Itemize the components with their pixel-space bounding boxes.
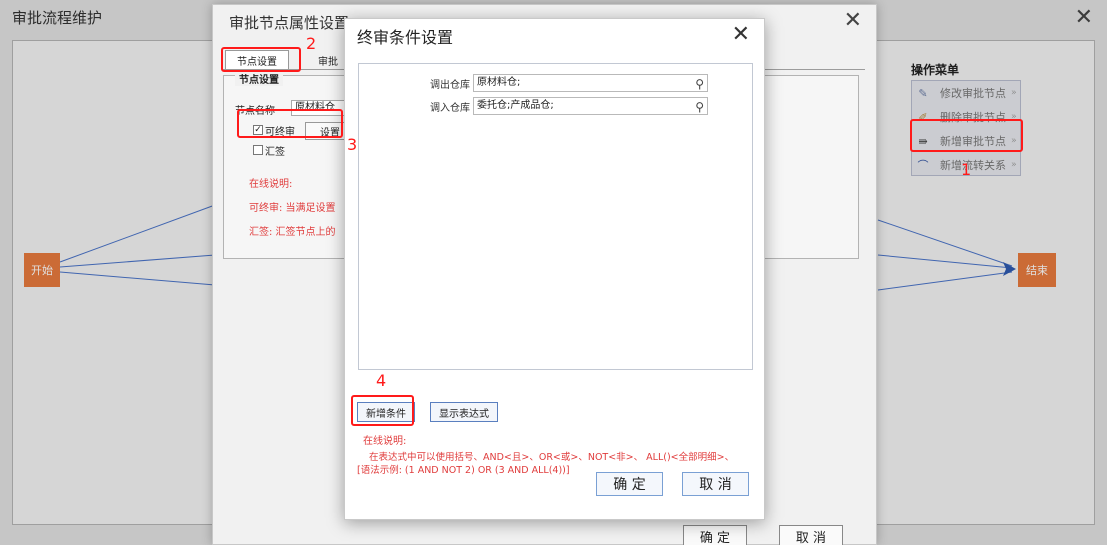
final-approval-label: 可终审 [265,127,295,138]
menu-item-delete-node[interactable]: ✐ 删除审批节点 » [912,105,1020,129]
flow-line [877,271,1013,291]
add-condition-button[interactable]: 新增条件 [357,402,415,422]
cancel-button[interactable]: 取 消 [682,472,749,496]
online-note-title: 在线说明: [363,436,407,447]
tab-approval[interactable]: 审批 [313,50,343,70]
condition-label: 调出仓库 [430,79,470,91]
confirm-button[interactable]: 确 定 [683,525,747,545]
countersign-checkbox[interactable] [253,145,263,155]
search-icon[interactable]: ⚲ [695,76,704,92]
condition-list: 调出仓库 原材料仓; ⚲ 调入仓库 委托仓;产成品仓; ⚲ [358,63,753,370]
flow-line [877,254,1013,269]
online-note-line: 在表达式中可以使用括号、AND<且>、OR<或>、NOT<非>、 ALL()<全… [369,452,735,463]
add-node-icon: ⇛ [918,134,928,148]
countersign-note: 汇签: 汇签节点上的 [249,227,336,238]
close-icon[interactable]: ✕ [732,22,750,47]
add-relation-icon: ⌒ [917,159,929,172]
condition-value-field[interactable]: 委托仓;产成品仓; ⚲ [473,97,708,115]
chevron-right-icon: » [1011,136,1017,146]
edit-icon: ✎ [918,86,928,100]
operation-menu-title: 操作菜单 [911,63,960,77]
online-note-label: 在线说明: [249,179,293,190]
close-icon[interactable]: ✕ [844,8,862,33]
final-approval-checkbox[interactable]: ✓ [253,125,263,135]
chevron-right-icon: » [1011,88,1017,98]
condition-label: 调入仓库 [430,102,470,114]
menu-item-label: 新增流转关系 [940,159,1006,172]
condition-row: 调入仓库 委托仓;产成品仓; ⚲ [359,97,708,115]
final-approval-note: 可终审: 当满足设置 [249,203,336,214]
menu-item-label: 删除审批节点 [940,111,1006,124]
condition-value: 委托仓;产成品仓; [477,100,554,111]
node-name-field[interactable]: 原材料仓 [291,100,351,116]
end-node[interactable]: 结束 [1018,253,1056,287]
final-approval-condition-dialog: 终审条件设置 ✕ 调出仓库 原材料仓; ⚲ 调入仓库 委托仓;产成品仓; ⚲ 新… [344,18,765,520]
menu-item-add-relation[interactable]: ⌒ 新增流转关系 » [912,153,1020,177]
start-node[interactable]: 开始 [24,253,60,287]
node-name-label: 节点名称 [235,106,275,117]
chevron-right-icon: » [1011,112,1017,122]
menu-item-label: 新增审批节点 [940,135,1006,148]
cancel-button[interactable]: 取 消 [779,525,843,545]
menu-item-label: 修改审批节点 [940,87,1006,100]
countersign-label: 汇签 [265,147,285,158]
tab-node-settings[interactable]: 节点设置 [225,50,289,70]
section-legend: 节点设置 [235,71,283,86]
flow-line [877,219,1013,267]
dialog-title: 终审条件设置 [357,28,454,47]
condition-value-field[interactable]: 原材料仓; ⚲ [473,74,708,92]
flow-line [59,271,216,286]
condition-row: 调出仓库 原材料仓; ⚲ [359,74,708,92]
operation-menu: ✎ 修改审批节点 » ✐ 删除审批节点 » ⇛ 新增审批节点 » ⌒ 新增流转关… [911,80,1021,176]
arrow-head [1003,262,1016,276]
show-expression-button[interactable]: 显示表达式 [430,402,498,422]
flow-line [59,254,216,268]
delete-icon: ✐ [918,110,928,124]
confirm-button[interactable]: 确 定 [596,472,663,496]
flow-line [59,204,216,263]
condition-value: 原材料仓; [477,77,521,88]
chevron-right-icon: » [1011,160,1017,170]
menu-item-edit-node[interactable]: ✎ 修改审批节点 » [912,81,1020,105]
online-note-line: [语法示例: (1 AND NOT 2) OR (3 AND ALL(4))] [357,465,570,476]
menu-item-add-node[interactable]: ⇛ 新增审批节点 » [912,129,1020,153]
search-icon[interactable]: ⚲ [695,99,704,115]
window-title: 审批节点属性设置 [229,14,350,32]
